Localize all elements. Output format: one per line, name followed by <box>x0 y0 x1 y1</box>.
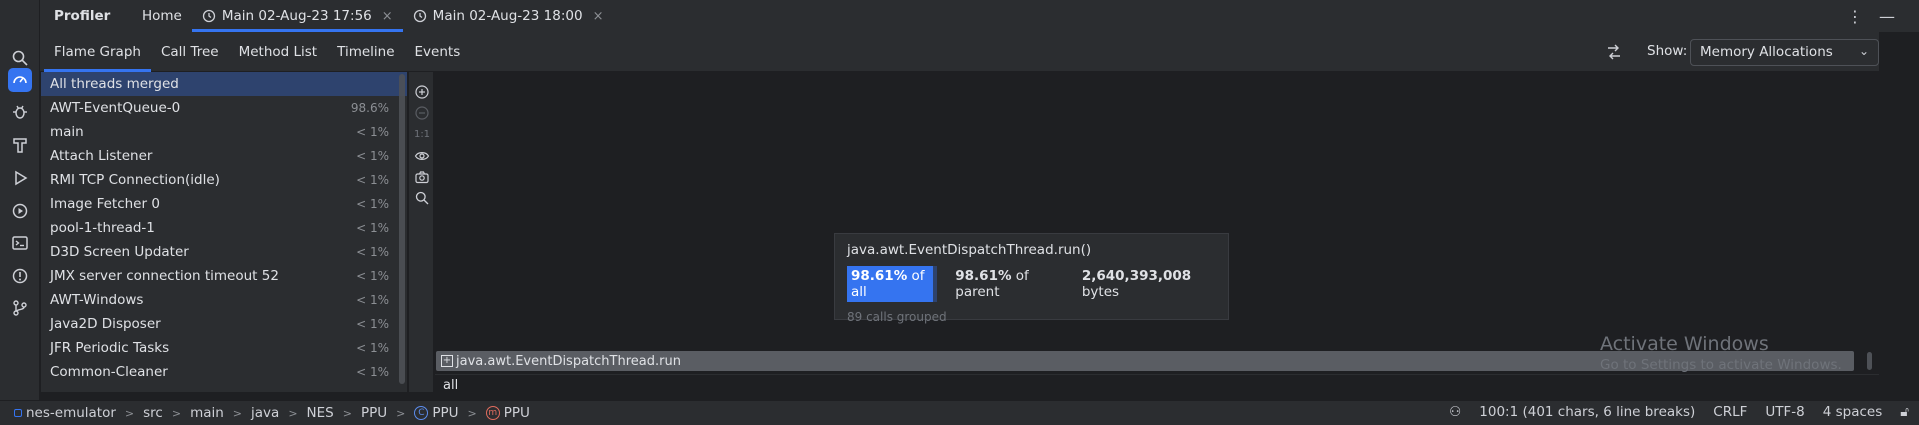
breadcrumb-item[interactable]: PPU > <box>361 405 414 421</box>
tab-snapshot-1756[interactable]: Main 02-Aug-23 17:56 × <box>191 0 403 32</box>
project-icon <box>14 409 22 417</box>
profiler-title-bar: Profiler Home Main 02-Aug-23 17:56 × Mai… <box>40 0 1919 32</box>
eye-icon[interactable] <box>413 147 431 165</box>
class-icon: C <box>414 406 429 420</box>
breadcrumb-item[interactable]: main > <box>190 405 251 421</box>
tab-label: Timeline <box>337 43 395 60</box>
breadcrumb-item[interactable]: C PPU > <box>414 405 485 421</box>
git-icon[interactable] <box>8 296 32 320</box>
close-icon[interactable]: × <box>382 9 393 24</box>
thread-row[interactable]: AWT-Windows < 1% <box>41 288 407 312</box>
method-icon: m <box>485 406 500 420</box>
actual-size-button[interactable]: 1:1 <box>413 125 431 143</box>
tab-label: Call Tree <box>160 43 219 60</box>
expand-icon[interactable]: + <box>441 355 453 367</box>
breadcrumb: nes-emulator > src > main > java > NES > PPU >… <box>0 405 530 421</box>
thread-row[interactable]: AWT-EventQueue-0 98.6% <box>41 96 407 120</box>
thread-row[interactable]: JFR Periodic Tasks < 1% <box>41 336 407 360</box>
camera-icon[interactable] <box>413 168 431 186</box>
thread-row[interactable]: D3D Screen Updater < 1% <box>41 240 407 264</box>
allocated-bytes: 2,640,393,008 bytes <box>1081 268 1192 300</box>
run-icon[interactable] <box>8 166 32 190</box>
tab-home[interactable]: Home <box>132 0 192 32</box>
watermark-title: Activate Windows <box>1600 333 1769 355</box>
zoom-out-icon[interactable] <box>413 104 431 122</box>
breadcrumb-item[interactable]: nes-emulator > <box>14 405 143 421</box>
minimize-icon[interactable]: — <box>1879 7 1895 26</box>
root-frame-bar[interactable]: all <box>435 374 1879 396</box>
zoom-in-icon[interactable] <box>413 83 431 101</box>
frame-tooltip: java.awt.EventDispatchThread.run() 98.61… <box>834 233 1229 324</box>
percent-of-parent: 98.61% of parent <box>955 268 1029 300</box>
thread-row[interactable]: JMX server connection timeout 52 < 1% <box>41 264 407 288</box>
tab-method-list[interactable]: Method List <box>229 32 328 72</box>
root-frame-label: all <box>443 378 459 393</box>
tab-label: Main 02-Aug-23 17:56 <box>221 8 372 24</box>
tab-timeline[interactable]: Timeline <box>327 32 404 72</box>
tab-label: Events <box>414 43 461 60</box>
indent-setting[interactable]: 4 spaces <box>1823 404 1883 420</box>
breadcrumb-item[interactable]: NES > <box>307 405 361 421</box>
breadcrumb-item[interactable]: m PPU <box>485 405 530 421</box>
build-hammer-icon[interactable] <box>8 133 32 157</box>
search-icon[interactable] <box>413 189 431 207</box>
thread-row[interactable]: RMI TCP Connection(idle) < 1% <box>41 168 407 192</box>
tool-window-title: Profiler <box>54 8 111 24</box>
activation-watermark: Activate Windows Go to Settings to activ… <box>1600 333 1842 373</box>
status-bar: nes-emulator > src > main > java > NES > PPU >… <box>0 400 1919 425</box>
thread-row[interactable]: Common-Cleaner < 1% <box>41 360 407 384</box>
compare-swap-icon[interactable] <box>1604 42 1624 62</box>
calls-grouped-note: 89 calls grouped <box>847 310 947 324</box>
tool-window-strip <box>0 0 40 400</box>
profiler-icon[interactable] <box>8 68 32 92</box>
tab-call-tree[interactable]: Call Tree <box>151 32 229 72</box>
close-icon[interactable]: × <box>593 9 604 24</box>
tooltip-method-name: java.awt.EventDispatchThread.run() <box>847 242 1092 258</box>
tab-label: Flame Graph <box>54 43 141 60</box>
problems-icon[interactable] <box>8 264 32 288</box>
show-dropdown-value: Memory Allocations <box>1700 44 1833 60</box>
memory-indicator-icon[interactable]: ⚇ <box>1449 404 1461 420</box>
percent-of-all-badge: 98.61% of all <box>847 266 938 302</box>
show-label: Show: <box>1647 43 1688 59</box>
thread-row[interactable]: main < 1% <box>41 120 407 144</box>
line-separator[interactable]: CRLF <box>1713 404 1747 420</box>
snapshot-clock-icon <box>413 9 426 23</box>
terminal-icon[interactable] <box>8 231 32 255</box>
thread-row[interactable]: Java2D Disposer < 1% <box>41 312 407 336</box>
thread-row[interactable]: All threads merged <box>41 72 407 96</box>
show-dropdown[interactable]: Memory Allocations ⌄ <box>1690 39 1879 66</box>
thread-row[interactable]: Image Fetcher 0 < 1% <box>41 192 407 216</box>
thread-list: All threads merged AWT-EventQueue-0 98.6%… <box>41 72 407 392</box>
breadcrumb-item[interactable]: java > <box>251 405 307 421</box>
flame-scrollbar[interactable] <box>1867 352 1872 370</box>
read-only-lock-icon[interactable]: 🔓︎ <box>1900 404 1909 420</box>
chevron-down-icon: ⌄ <box>1858 44 1869 58</box>
breadcrumb-item[interactable]: src > <box>143 405 190 421</box>
debug-icon[interactable] <box>8 100 32 124</box>
tab-snapshot-1800[interactable]: Main 02-Aug-23 18:00 × <box>403 0 614 32</box>
services-icon[interactable] <box>8 199 32 223</box>
flame-graph-toolbar: 1:1 <box>408 72 434 392</box>
tab-label: Main 02-Aug-23 18:00 <box>432 8 583 24</box>
tab-label: Home <box>142 8 182 24</box>
thread-row[interactable]: pool-1-thread-1 < 1% <box>41 216 407 240</box>
tab-events[interactable]: Events <box>405 32 471 72</box>
snapshot-clock-icon <box>202 9 216 23</box>
file-encoding[interactable]: UTF-8 <box>1765 404 1804 420</box>
thread-row[interactable]: Attach Listener < 1% <box>41 144 407 168</box>
thread-list-scrollbar[interactable] <box>399 74 405 384</box>
watermark-subtitle: Go to Settings to activate Windows. <box>1600 357 1842 373</box>
caret-position[interactable]: 100:1 (401 chars, 6 line breaks) <box>1479 404 1695 420</box>
flame-graph-canvas[interactable]: java.awt.EventDispatchThread.run() 98.61… <box>435 72 1879 372</box>
tab-flame-graph[interactable]: Flame Graph <box>44 32 151 72</box>
search-icon[interactable] <box>8 46 32 70</box>
frame-label: java.awt.EventDispatchThread.run <box>456 353 681 369</box>
more-options-icon[interactable]: ⋮ <box>1847 7 1863 26</box>
tab-label: Method List <box>238 43 318 60</box>
view-tabs-bar: Flame Graph Call Tree Method List Timeli… <box>40 32 1879 72</box>
